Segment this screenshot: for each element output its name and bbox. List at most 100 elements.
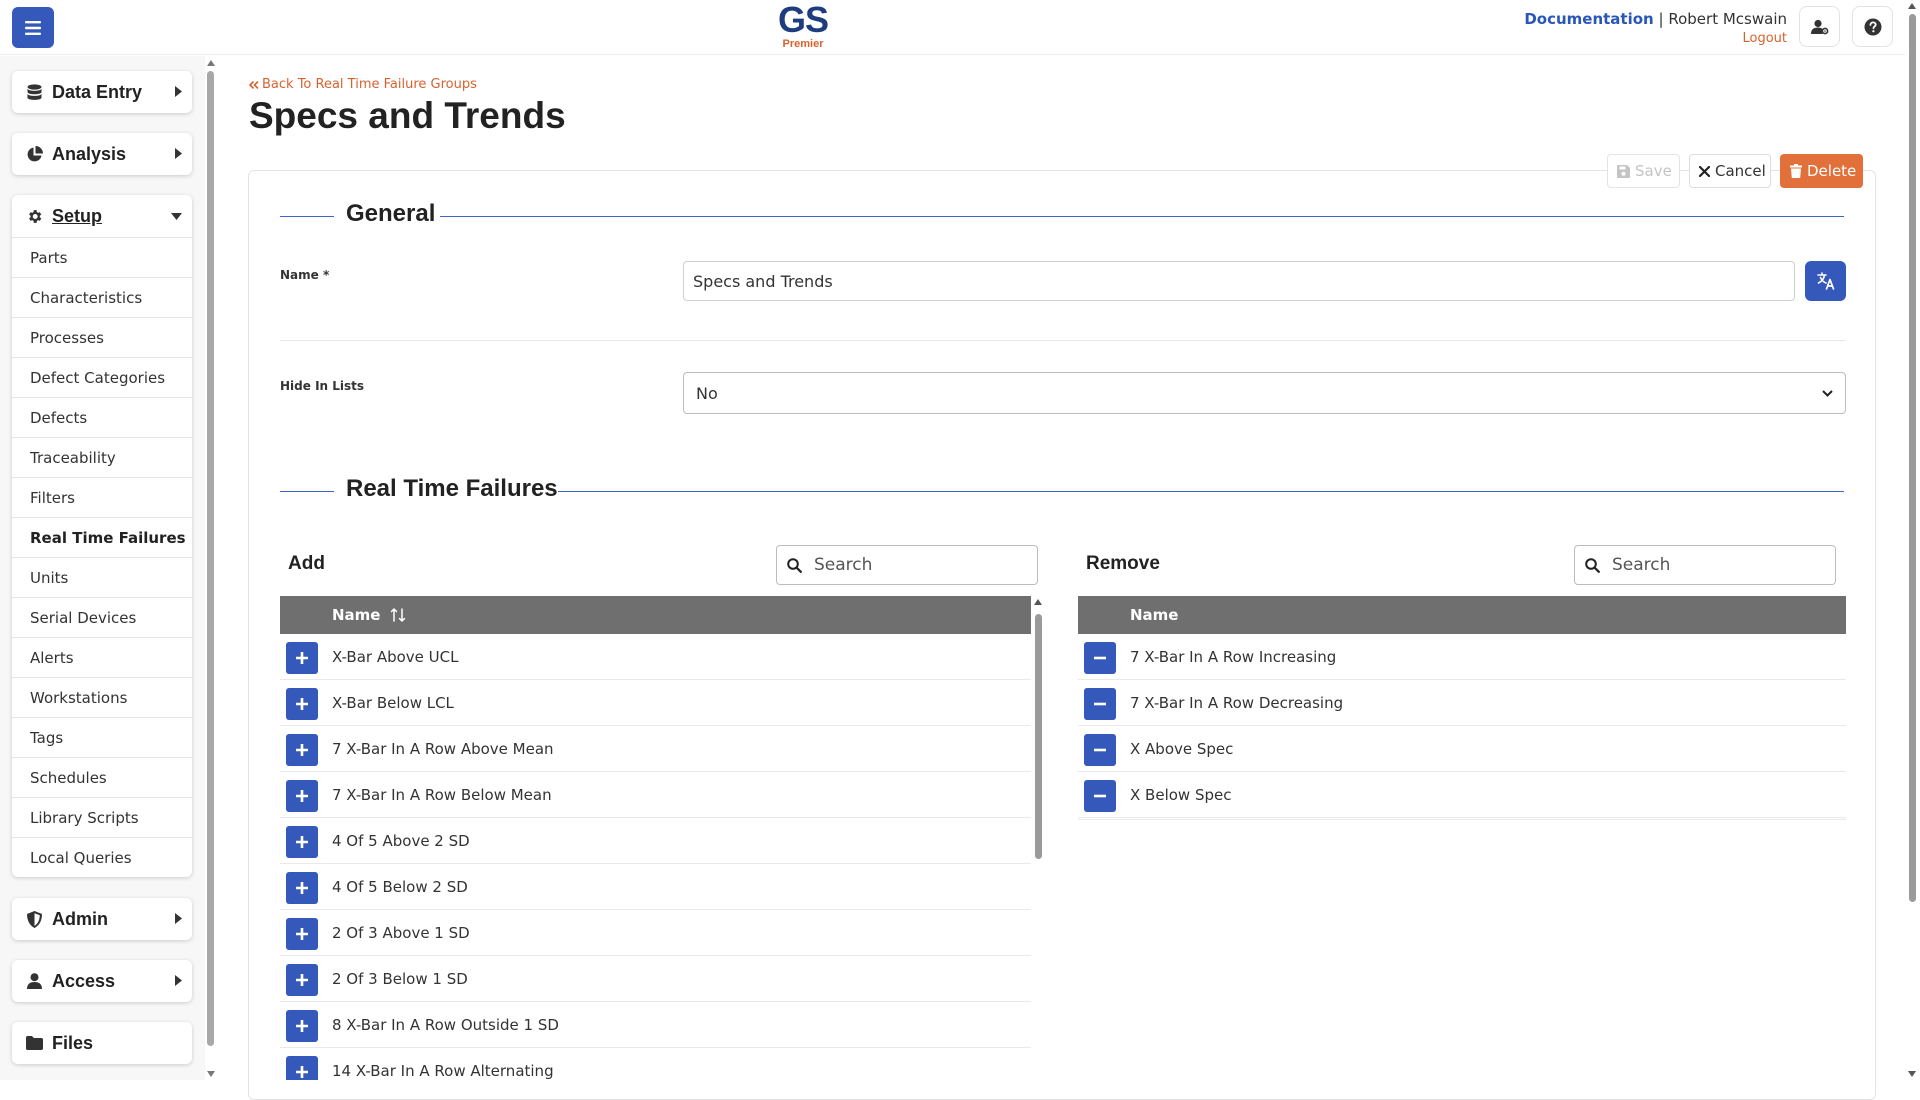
- user-name: Robert Mcswain: [1668, 10, 1787, 28]
- remove-table: Name 7 X-Bar In A Row Increasing 7 X-Bar…: [1078, 596, 1846, 820]
- logo-main-text: GS: [777, 0, 829, 40]
- sidebar-item-real-time-failures[interactable]: Real Time Failures: [12, 517, 192, 557]
- plus-icon: [296, 790, 308, 802]
- delete-button[interactable]: Delete: [1780, 154, 1863, 188]
- user-area: Documentation | Robert Mcswain Logout: [1524, 10, 1787, 46]
- floppy-disk-icon: [1617, 164, 1630, 178]
- sidebar-admin[interactable]: Admin: [12, 898, 192, 940]
- plus-icon: [296, 698, 308, 710]
- table-row: 14 X-Bar In A Row Alternating: [280, 1048, 1031, 1080]
- logout-link[interactable]: Logout: [1524, 31, 1787, 46]
- sidebar-access[interactable]: Access: [12, 960, 192, 1002]
- search-icon: [1585, 557, 1600, 573]
- minus-icon: [1094, 652, 1106, 664]
- user-settings-button[interactable]: [1799, 6, 1840, 47]
- sidebar-item-library-scripts[interactable]: Library Scripts: [12, 797, 192, 837]
- plus-icon: [296, 652, 308, 664]
- sidebar-item-local-queries[interactable]: Local Queries: [12, 837, 192, 877]
- sidebar-item-defects[interactable]: Defects: [12, 397, 192, 437]
- row-name: X-Bar Below LCL: [332, 693, 454, 712]
- add-item-button[interactable]: [286, 1010, 318, 1042]
- row-name: 4 Of 5 Above 2 SD: [332, 831, 470, 850]
- page-scroll-thumb[interactable]: [1909, 14, 1916, 902]
- remove-search-input[interactable]: [1610, 554, 1810, 576]
- name-label: Name *: [280, 268, 330, 282]
- name-column-header[interactable]: Name: [332, 606, 380, 624]
- sidebar-data-entry-label: Data Entry: [52, 81, 143, 102]
- section-line-left: [280, 216, 334, 217]
- close-icon: [1699, 165, 1710, 177]
- sidebar-setup[interactable]: Setup: [12, 195, 192, 237]
- add-item-button[interactable]: [286, 826, 318, 858]
- add-table-header[interactable]: Name: [280, 596, 1031, 634]
- sidebar-item-processes[interactable]: Processes: [12, 317, 192, 357]
- add-item-button[interactable]: [286, 964, 318, 996]
- add-item-button[interactable]: [286, 1056, 318, 1080]
- gear-icon: [24, 206, 44, 226]
- row-name: 8 X-Bar In A Row Outside 1 SD: [332, 1015, 559, 1034]
- save-button[interactable]: Save: [1607, 154, 1680, 188]
- caret-right-icon: [175, 913, 182, 924]
- add-item-button[interactable]: [286, 688, 318, 720]
- sidebar-item-units[interactable]: Units: [12, 557, 192, 597]
- sort-icon[interactable]: [390, 607, 406, 623]
- page-title: Specs and Trends: [249, 95, 566, 136]
- sidebar-item-traceability[interactable]: Traceability: [12, 437, 192, 477]
- sidebar-setup-group: Setup Parts Characteristics Processes De…: [12, 195, 192, 877]
- sidebar-item-serial-devices[interactable]: Serial Devices: [12, 597, 192, 637]
- menu-button[interactable]: [12, 7, 54, 48]
- sidebar-item-defect-categories[interactable]: Defect Categories: [12, 357, 192, 397]
- sidebar-item-schedules[interactable]: Schedules: [12, 757, 192, 797]
- caret-right-icon: [175, 86, 182, 97]
- sidebar-item-filters[interactable]: Filters: [12, 477, 192, 517]
- row-name: 2 Of 3 Below 1 SD: [332, 969, 468, 988]
- documentation-link[interactable]: Documentation: [1524, 10, 1653, 28]
- back-link[interactable]: Back To Real Time Failure Groups: [249, 77, 477, 92]
- help-button[interactable]: [1852, 6, 1893, 47]
- table-row: X-Bar Above UCL: [280, 634, 1031, 680]
- add-table-scroll-thumb[interactable]: [1035, 614, 1042, 859]
- sidebar-files-label: Files: [52, 1032, 94, 1053]
- sidebar-analysis-label: Analysis: [52, 143, 127, 164]
- remove-item-button[interactable]: [1084, 688, 1116, 720]
- general-heading: General: [342, 200, 440, 228]
- scroll-down-icon: [1908, 1071, 1916, 1077]
- add-table-scrollbar[interactable]: [1031, 596, 1045, 1080]
- add-search-input[interactable]: [812, 554, 1012, 576]
- sidebar-analysis[interactable]: Analysis: [12, 133, 192, 175]
- row-name: 7 X-Bar In A Row Above Mean: [332, 739, 554, 758]
- page-scrollbar[interactable]: [1905, 0, 1920, 1080]
- failures-section-header: Real Time Failures: [280, 475, 1844, 507]
- translate-button[interactable]: [1805, 261, 1846, 301]
- sidebar-files[interactable]: Files: [12, 1022, 192, 1064]
- table-row: 7 X-Bar In A Row Above Mean: [280, 726, 1031, 772]
- remove-item-button[interactable]: [1084, 642, 1116, 674]
- sidebar-item-alerts[interactable]: Alerts: [12, 637, 192, 677]
- remove-search-box[interactable]: [1574, 545, 1836, 585]
- remove-item-button[interactable]: [1084, 780, 1116, 812]
- user-icon: [24, 971, 44, 991]
- add-item-button[interactable]: [286, 918, 318, 950]
- hide-in-lists-select[interactable]: No: [683, 372, 1846, 414]
- add-item-button[interactable]: [286, 642, 318, 674]
- sidebar-item-tags[interactable]: Tags: [12, 717, 192, 757]
- add-item-button[interactable]: [286, 780, 318, 812]
- sidebar-item-characteristics[interactable]: Characteristics: [12, 277, 192, 317]
- table-row: 4 Of 5 Below 2 SD: [280, 864, 1031, 910]
- sidebar-item-parts[interactable]: Parts: [12, 237, 192, 277]
- sidebar-scroll-thumb[interactable]: [207, 71, 214, 1046]
- add-item-button[interactable]: [286, 872, 318, 904]
- remove-item-button[interactable]: [1084, 734, 1116, 766]
- table-row: 7 X-Bar In A Row Decreasing: [1078, 680, 1846, 726]
- folder-icon: [24, 1033, 44, 1053]
- add-item-button[interactable]: [286, 734, 318, 766]
- sidebar-scrollbar[interactable]: [205, 57, 219, 1080]
- sidebar-data-entry[interactable]: Data Entry: [12, 71, 192, 113]
- table-row: X-Bar Below LCL: [280, 680, 1031, 726]
- cancel-button[interactable]: Cancel: [1689, 154, 1771, 188]
- add-search-box[interactable]: [776, 545, 1038, 585]
- cancel-label: Cancel: [1715, 162, 1766, 180]
- header-separator: |: [1658, 10, 1664, 28]
- sidebar-item-workstations[interactable]: Workstations: [12, 677, 192, 717]
- name-field[interactable]: [683, 261, 1795, 301]
